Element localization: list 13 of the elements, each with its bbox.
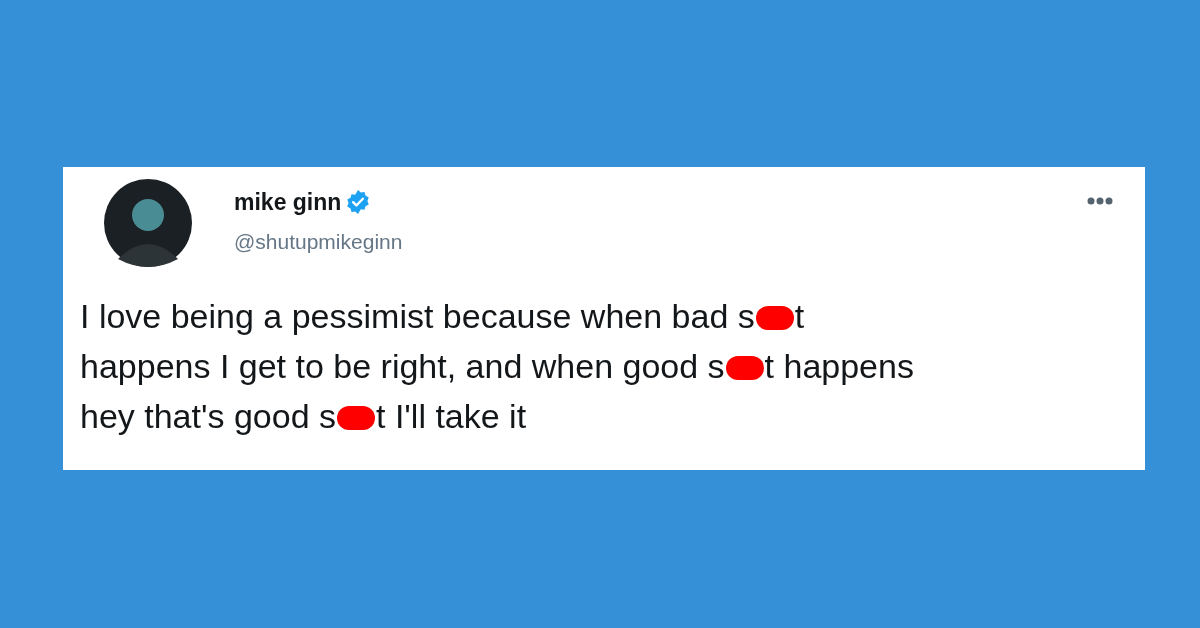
author-name[interactable]: mike ginn bbox=[234, 185, 342, 220]
tweet-text: t happens bbox=[764, 346, 914, 387]
censor-mark bbox=[725, 356, 764, 380]
censor-mark bbox=[755, 306, 794, 330]
tweet-text: I love being a pessimist because when bad s bbox=[80, 296, 755, 337]
tweet-text: happens I get to be right, and when good s bbox=[80, 346, 725, 387]
tweet-text: t bbox=[794, 296, 805, 337]
censor-mark bbox=[337, 406, 375, 430]
author-handle[interactable]: @shutupmikeginn bbox=[234, 225, 403, 257]
tweet-text: t I'll take it bbox=[376, 396, 527, 437]
more-options-icon[interactable] bbox=[1087, 197, 1113, 205]
tweet-text: hey that's good s bbox=[80, 396, 336, 437]
avatar[interactable] bbox=[104, 179, 192, 267]
